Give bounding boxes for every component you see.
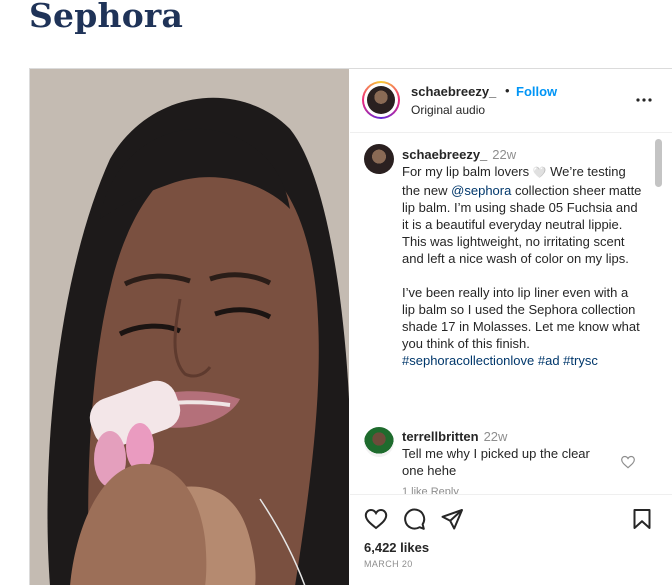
scrollbar-thumb[interactable]	[655, 139, 662, 187]
comment-meta: terrellbritten 22w	[402, 428, 507, 446]
follow-button[interactable]: Follow	[516, 84, 557, 99]
post-video[interactable]	[30, 69, 349, 585]
caption-username[interactable]: schaebreezy_	[402, 147, 487, 162]
hashtag-links[interactable]: #sephoracollectionlove #ad #trysc	[402, 353, 598, 368]
profile-avatar[interactable]	[362, 81, 400, 119]
post-actions: 6,422 likes MARCH 20	[350, 494, 672, 585]
heart-icon[interactable]	[364, 507, 388, 531]
caption-paragraph: I’ve been really into lip liner even wit…	[402, 285, 640, 351]
comment-username[interactable]: terrellbritten	[402, 429, 479, 444]
video-frame-image	[30, 69, 349, 585]
post-header: schaebreezy_ • Follow Original audio	[350, 69, 672, 133]
post-panel: schaebreezy_ • Follow Original audio sch…	[350, 69, 672, 585]
instagram-embed: schaebreezy_ • Follow Original audio sch…	[29, 68, 672, 585]
post-date[interactable]: MARCH 20	[364, 559, 413, 569]
original-audio-link[interactable]: Original audio	[411, 103, 485, 117]
comment-actions[interactable]: 1 like Reply	[402, 486, 459, 494]
comments-scrollbar[interactable]	[652, 134, 664, 494]
caption-text: For my lip balm lovers 🤍 We’re testing t…	[402, 163, 642, 369]
separator-dot: •	[505, 83, 510, 98]
bookmark-icon[interactable]	[630, 507, 654, 531]
likes-count[interactable]: 6,422 likes	[364, 540, 429, 555]
comment-text: Tell me why I picked up the clear one he…	[402, 446, 590, 478]
white-heart-icon: 🤍	[532, 167, 547, 179]
comment-icon[interactable]	[402, 507, 426, 531]
page-title: Sephora	[29, 0, 184, 35]
comment-time[interactable]: 22w	[484, 429, 508, 444]
comment-heart-icon[interactable]	[620, 454, 636, 470]
post-username[interactable]: schaebreezy_	[411, 84, 496, 99]
caption-text-part: For my lip balm lovers	[402, 164, 530, 179]
share-icon[interactable]	[440, 507, 464, 531]
commenter-avatar[interactable]	[364, 427, 394, 457]
mention-link[interactable]: @sephora	[451, 183, 511, 198]
more-horizontal-icon[interactable]	[634, 90, 654, 110]
caption-meta: schaebreezy_ 22w	[402, 146, 516, 164]
caption-time[interactable]: 22w	[492, 147, 516, 162]
comments-list[interactable]: schaebreezy_ 22w For my lip balm lovers 🤍…	[350, 134, 672, 494]
caption-avatar[interactable]	[364, 144, 394, 174]
